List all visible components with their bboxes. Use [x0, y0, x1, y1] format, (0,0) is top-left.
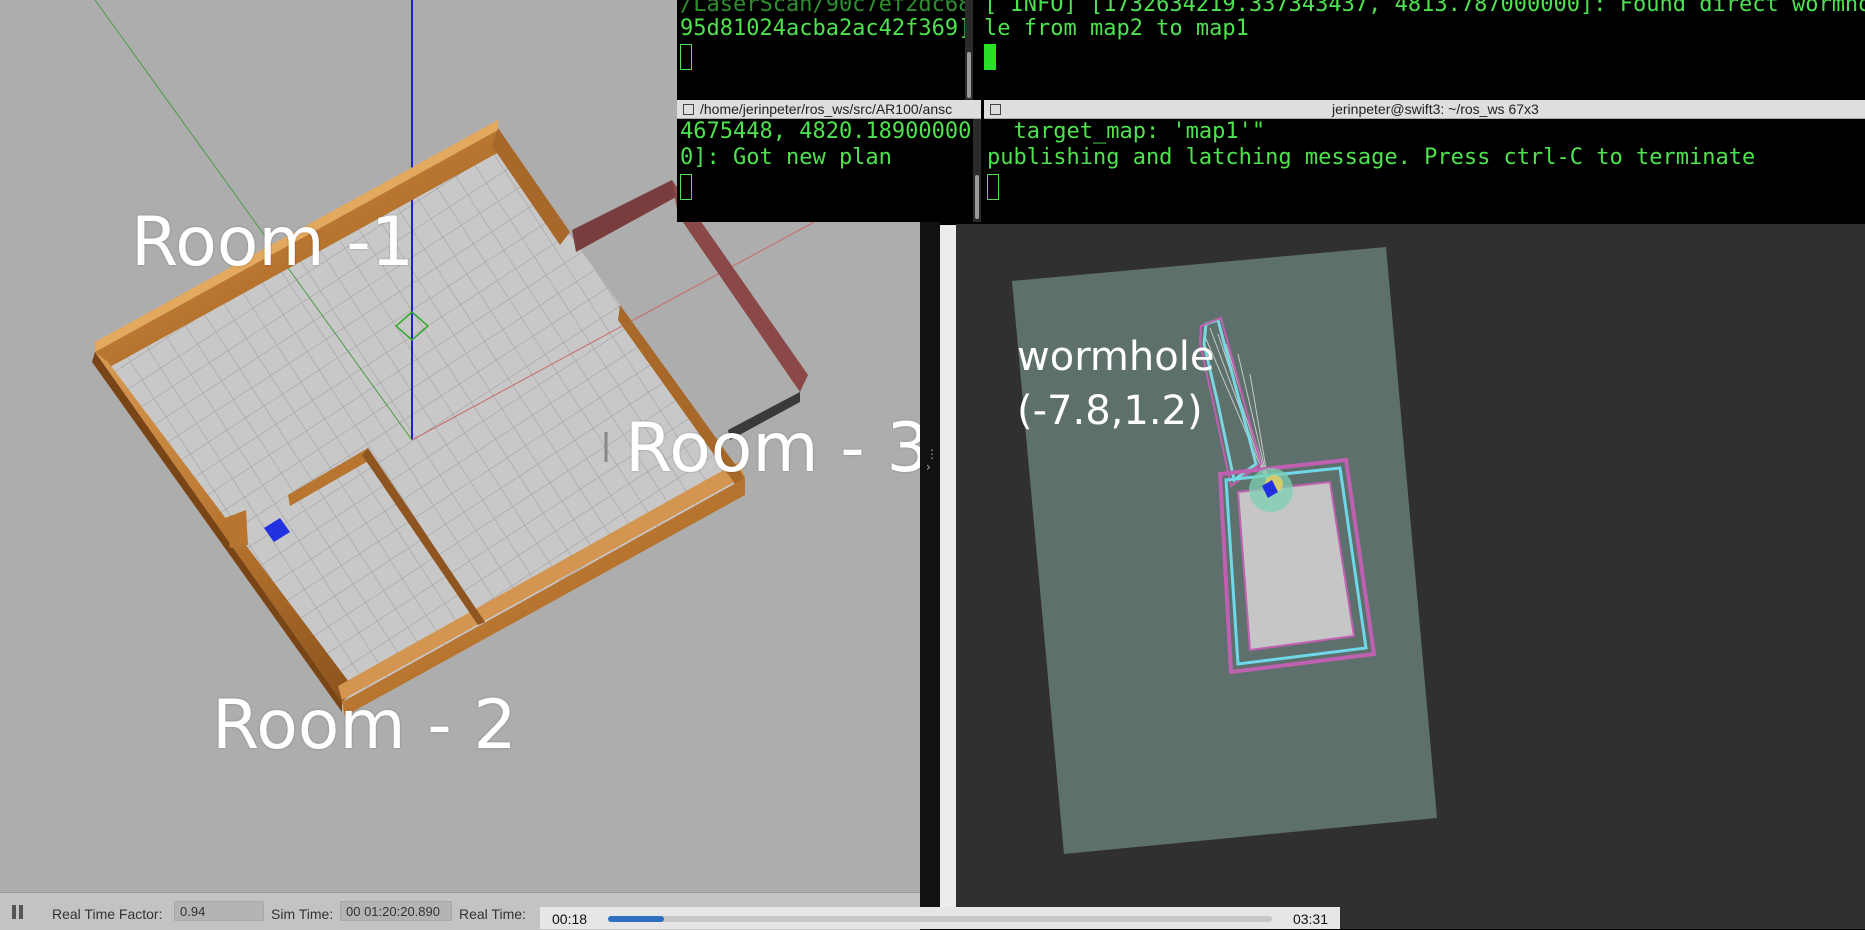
real-time-factor-label: Real Time Factor:: [52, 906, 163, 922]
sim-time-label: Sim Time:: [271, 906, 334, 922]
terminal-title: jerinpeter@swift3: ~/ros_ws 67x3: [1332, 101, 1539, 117]
real-time-label: Real Time:: [459, 906, 526, 922]
terminal-line: le from map2 to map1: [984, 16, 1249, 41]
terminal-wormhole-log[interactable]: [ INFO] [1732634219.337343437, 4813.7870…: [981, 0, 1865, 100]
terminal-line: 0]: Got new plan: [680, 145, 892, 170]
sim-time-value: 00 01:20:20.890: [340, 901, 452, 921]
terminal-icon: [683, 104, 694, 115]
wormhole-annotation: wormhole (-7.8,1.2): [1017, 330, 1214, 438]
terminal-titlebar-left[interactable]: /home/jerinpeter/ros_ws/src/AR100/ansc: [677, 100, 981, 119]
wormhole-coords: (-7.8,1.2): [1017, 388, 1203, 434]
rviz-viewport[interactable]: wormhole (-7.8,1.2): [956, 224, 1865, 929]
terminal-scrollbar[interactable]: [965, 0, 973, 100]
wormhole-label: wormhole: [1017, 334, 1215, 380]
wall-room3-top: [572, 180, 678, 252]
terminal-titlebar-right[interactable]: jerinpeter@swift3: ~/ros_ws 67x3: [984, 100, 1865, 119]
video-player-controls[interactable]: 00:18 03:31: [540, 907, 1340, 929]
room-3-label: Room - 3: [625, 409, 920, 488]
terminal-cursor: [984, 44, 996, 70]
terminal-line: 95d81024acba2ac42f369]: [680, 16, 972, 41]
room-1-label: Room -1: [131, 203, 415, 282]
terminal-line: target_map: 'map1'": [987, 119, 1266, 144]
video-progress-track[interactable]: [608, 916, 1272, 922]
terminal-cursor: [680, 174, 692, 200]
video-current-time: 00:18: [552, 911, 588, 927]
splitter-grip-icon[interactable]: ⋮ ›: [926, 448, 938, 474]
terminal-planner[interactable]: 4675448, 4820.18900000 0]: Got new plan: [677, 119, 981, 222]
pause-icon[interactable]: [12, 905, 16, 919]
terminal-laserscan[interactable]: /LaserScan/90c7ef2dc68 95d81024acba2ac42…: [677, 0, 973, 100]
terminal-publisher[interactable]: target_map: 'map1'" publishing and latch…: [984, 119, 1865, 222]
room-2-label: Room - 2: [212, 686, 517, 765]
real-time-factor-value: 0.94: [174, 901, 264, 921]
terminal-icon: [990, 104, 1001, 115]
terminal-line: 4675448, 4820.18900000: [680, 119, 972, 144]
terminal-line: publishing and latching message. Press c…: [987, 145, 1756, 170]
splitter-bar[interactable]: [940, 225, 956, 929]
terminal-title: /home/jerinpeter/ros_ws/src/AR100/ansc: [700, 101, 953, 117]
terminal-scrollbar[interactable]: [973, 119, 981, 222]
terminal-cursor: [987, 174, 999, 200]
terminal-cursor: [680, 44, 692, 70]
video-total-time: 03:31: [1292, 911, 1328, 927]
video-progress-fill: [608, 916, 665, 922]
